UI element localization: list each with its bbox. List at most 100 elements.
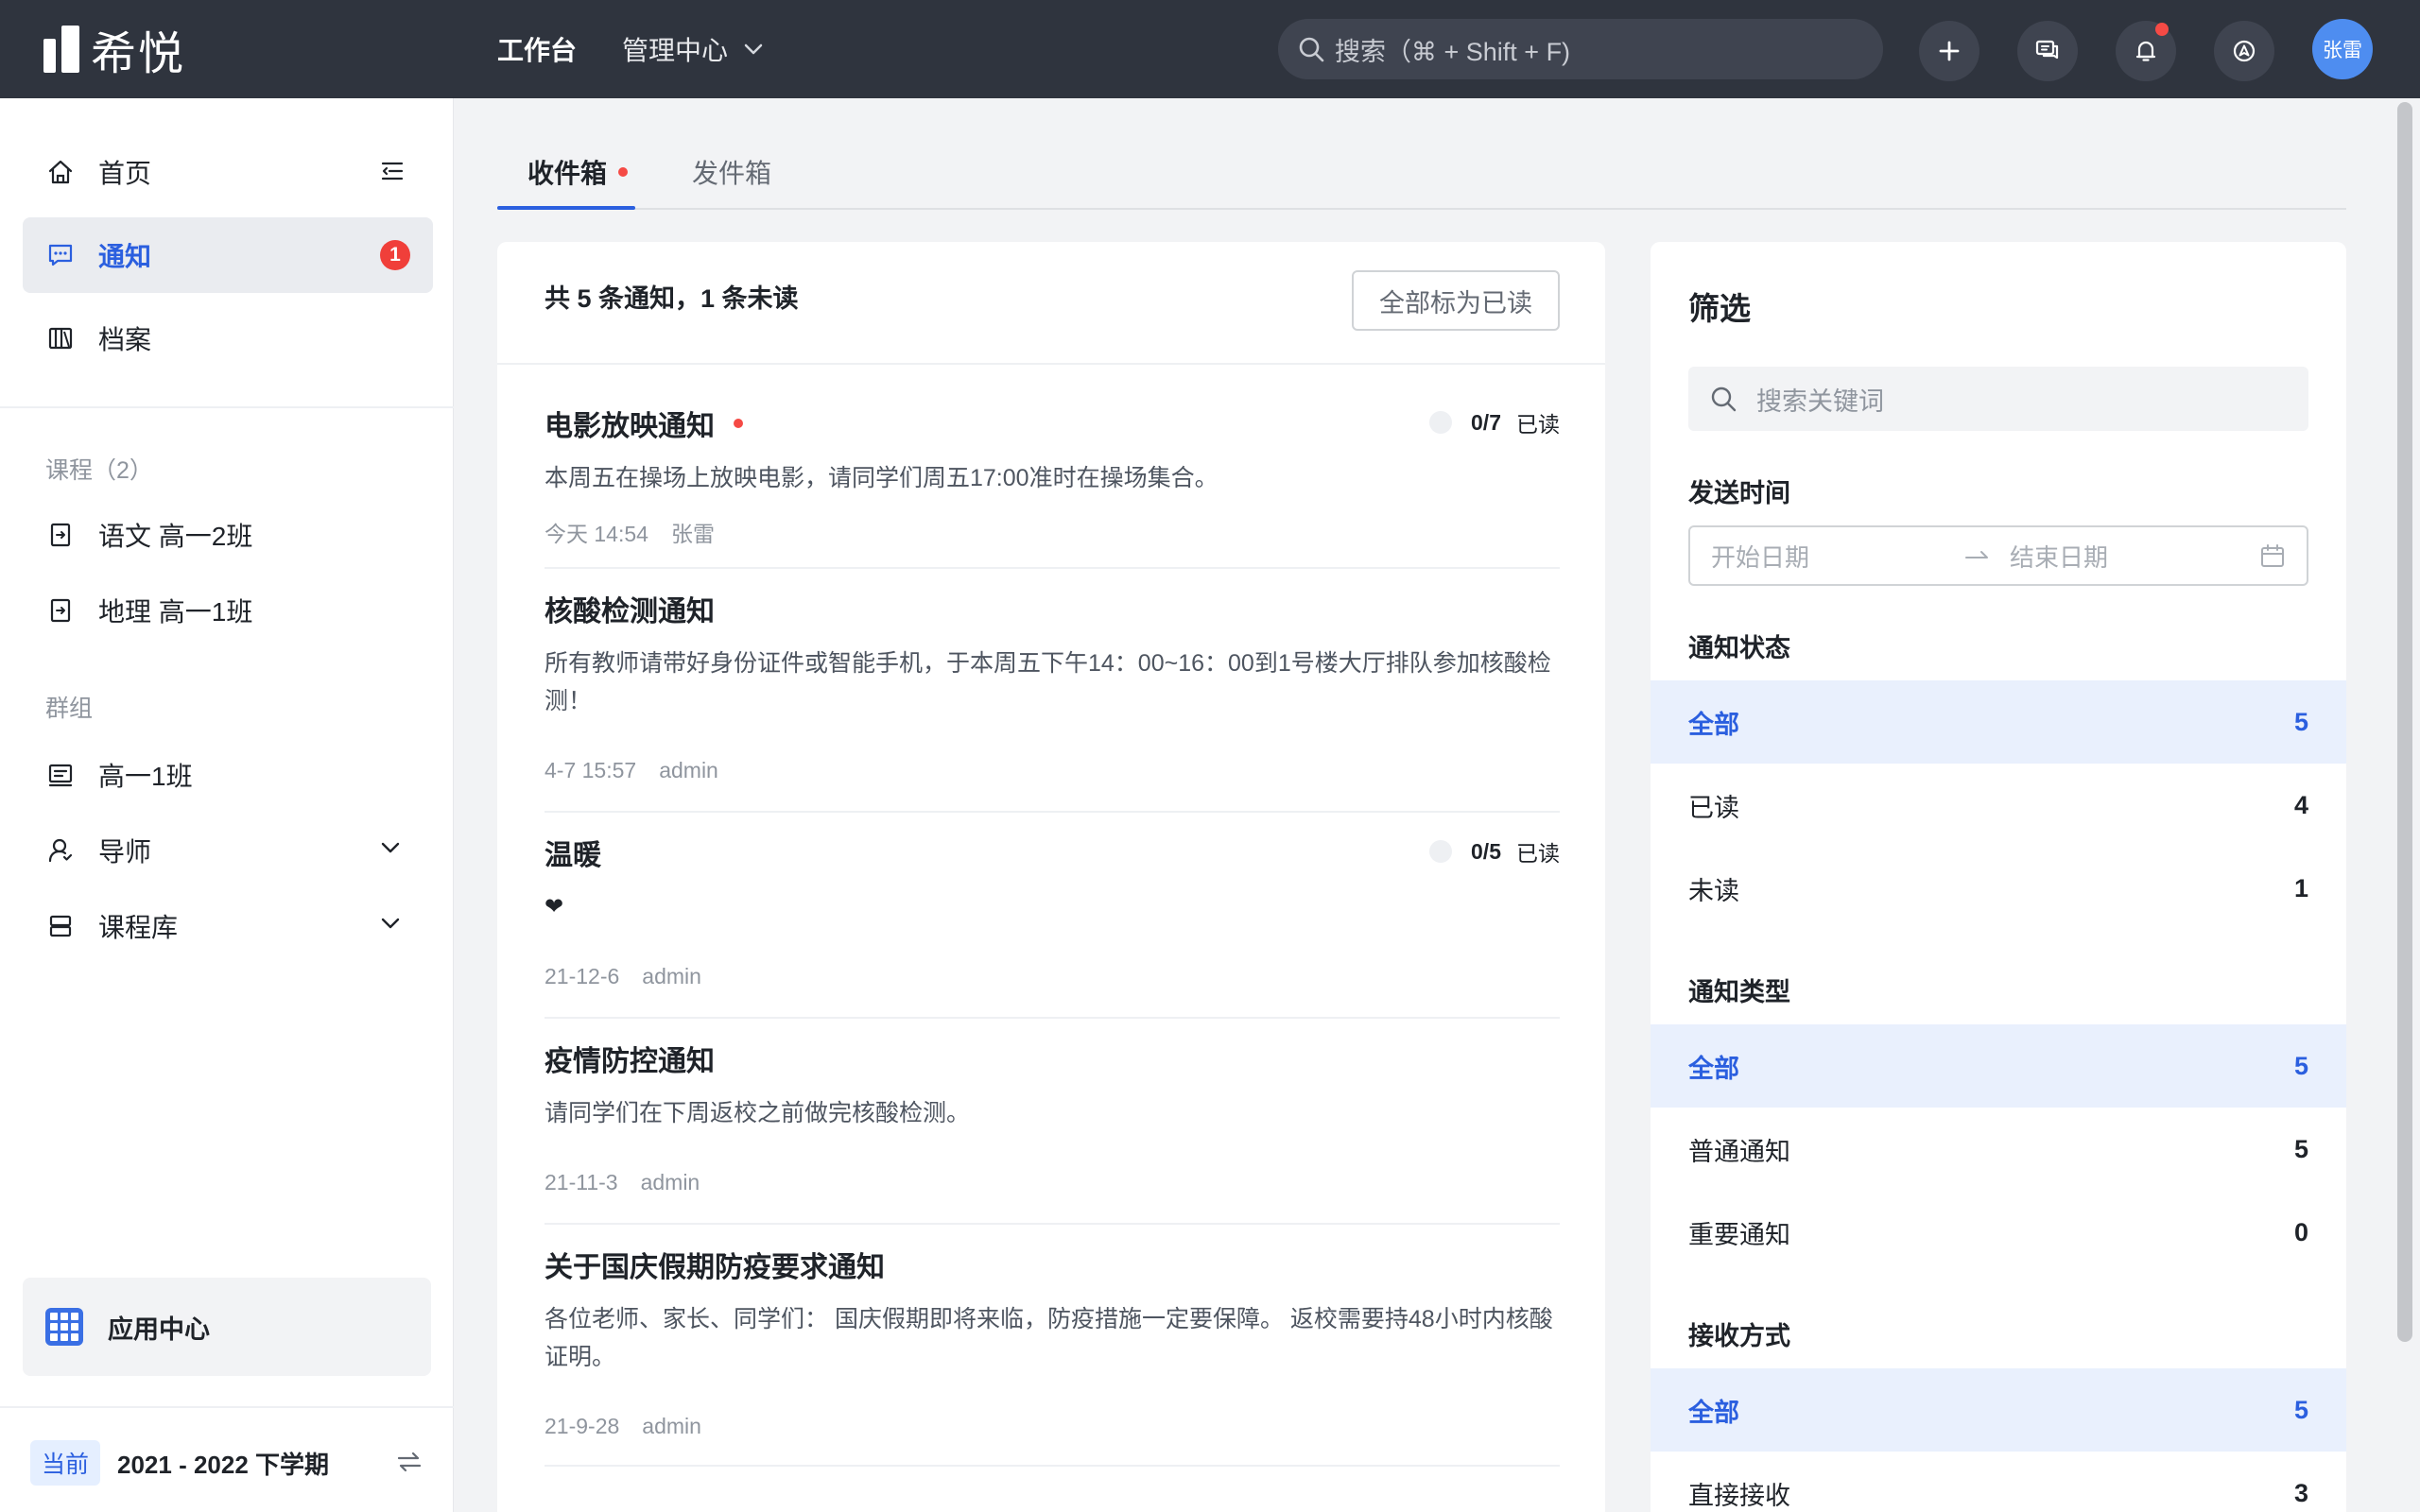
sidebar-item-home[interactable]: 首页 (23, 134, 433, 210)
chevron-down-icon[interactable] (380, 917, 401, 930)
user-icon (45, 835, 76, 866)
notice-title: 疫情防控通知 (544, 1038, 715, 1079)
filter-recv-all[interactable]: 全部 5 (1651, 1368, 2346, 1452)
notice-meta: 今天 14:54 张雷 (544, 516, 715, 548)
group-section-title: 群组 (45, 696, 94, 722)
notice-title: 温暖 (544, 832, 601, 873)
notice-author: admin (640, 1170, 700, 1194)
bell-icon (2133, 38, 2159, 64)
unread-dot (734, 419, 743, 428)
notice-time: 21-12-6 (544, 964, 620, 988)
filter-option-label: 未读 (1688, 876, 1739, 905)
filter-option-count: 4 (2293, 790, 2308, 819)
sidebar-item-notice[interactable]: 通知 1 (23, 217, 433, 293)
keyword-search-input[interactable]: 搜索关键词 (1688, 367, 2308, 431)
sidebar-item-group[interactable]: 高一1班 (23, 737, 433, 813)
read-count: 0/7 (1471, 409, 1501, 435)
notice-title-text: 核酸检测通知 (544, 596, 715, 627)
notice-title: 核酸检测通知 (544, 588, 715, 629)
filter-type-important[interactable]: 重要通知 0 (1651, 1191, 2346, 1274)
nav-admin-center[interactable]: 管理中心 (622, 28, 764, 70)
notice-item[interactable]: 疫情防控通知 请同学们在下周返校之前做完核酸检测。 21-11-3 admin (544, 1019, 1560, 1225)
tab-inbox[interactable]: 收件箱 (527, 153, 629, 191)
archive-icon (45, 323, 76, 353)
notice-author: admin (659, 758, 718, 782)
app-switch-button[interactable] (2214, 21, 2274, 81)
app-logo[interactable]: 希悦 (43, 21, 185, 79)
create-button[interactable] (1919, 21, 1979, 81)
filter-option-count: 5 (2293, 707, 2308, 736)
filter-option-label: 重要通知 (1688, 1220, 1790, 1249)
logo-mark-icon (43, 26, 79, 73)
nav-workbench[interactable]: 工作台 (497, 28, 577, 70)
filter-status-unread[interactable]: 未读 1 (1651, 847, 2346, 930)
notice-title-text: 疫情防控通知 (544, 1046, 715, 1077)
notice-item[interactable]: 温暖 0/5 已读 ❤ 21-12-6 admin (544, 813, 1560, 1019)
filter-status-read[interactable]: 已读 4 (1651, 764, 2346, 847)
read-label: 已读 (1516, 412, 1560, 437)
tab-label: 收件箱 (527, 159, 608, 188)
filter-status-all[interactable]: 全部 5 (1651, 680, 2346, 764)
app-grid-icon (45, 1308, 83, 1346)
filter-title: 筛选 (1688, 291, 1751, 326)
user-avatar[interactable]: 张雷 (2312, 19, 2373, 79)
notice-time: 4-7 15:57 (544, 758, 637, 782)
nav-admin-label: 管理中心 (622, 36, 729, 65)
switch-term-icon[interactable] (395, 1448, 424, 1476)
global-search-placeholder: 搜索（⌘ + Shift + F) (1335, 37, 1571, 66)
notice-item[interactable]: 核酸检测通知 所有教师请带好身份证件或智能手机，于本周五下午14：00~16：0… (544, 569, 1560, 813)
filter-type-normal[interactable]: 普通通知 5 (1651, 1108, 2346, 1191)
course-book-icon (45, 520, 76, 550)
notifications-button[interactable] (2116, 21, 2176, 81)
notice-list-panel: 共 5 条通知，1 条未读 全部标为已读 电影放映通知 0/7 已读 本周五在操… (497, 242, 1605, 1512)
notice-item[interactable]: 关于国庆假期防疫要求通知 各位老师、家长、同学们： 国庆假期即将来临，防疫措施一… (544, 1225, 1560, 1467)
current-term-tag: 当前 (30, 1440, 101, 1486)
sidebar-divider (0, 1406, 454, 1408)
sidebar-item-label: 导师 (98, 837, 152, 867)
global-search-input[interactable]: 搜索（⌘ + Shift + F) (1278, 19, 1883, 79)
date-range-picker[interactable]: 开始日期 结束日期 (1688, 525, 2308, 586)
progress-ring-icon (1429, 411, 1453, 434)
notice-status-label: 通知状态 (1688, 634, 1790, 662)
sidebar-item-mentor[interactable]: 导师 (23, 813, 433, 888)
sidebar-item-label: 高一1班 (98, 762, 193, 791)
notice-title-text: 温暖 (544, 840, 601, 871)
filter-option-count: 5 (2293, 1395, 2308, 1424)
sidebar-item-course-library[interactable]: 课程库 (23, 888, 433, 964)
tab-label: 发件箱 (692, 159, 772, 188)
notice-meta: 4-7 15:57 admin (544, 758, 718, 783)
start-date-placeholder: 开始日期 (1711, 542, 1810, 572)
search-icon (1297, 35, 1325, 63)
filter-type-all[interactable]: 全部 5 (1651, 1024, 2346, 1108)
chat-icon (2034, 38, 2061, 64)
notice-item[interactable]: 电影放映通知 0/7 已读 本周五在操场上放映电影，请同学们周五17:00准时在… (544, 384, 1560, 569)
filter-panel: 筛选 搜索关键词 发送时间 开始日期 结束日期 通知状态 全部 5 已读 4 未… (1651, 242, 2346, 1512)
sidebar-item-course[interactable]: 语文 高一2班 (23, 497, 433, 573)
filter-option-label: 全部 (1688, 1054, 1739, 1083)
term-name: 2021 - 2022 下学期 (117, 1450, 330, 1479)
scrollbar-thumb[interactable] (2397, 102, 2412, 1342)
filter-recv-direct[interactable]: 直接接收 3 (1651, 1452, 2346, 1512)
notice-time: 21-11-3 (544, 1170, 618, 1194)
notice-meta: 21-11-3 admin (544, 1170, 700, 1195)
tab-outbox[interactable]: 发件箱 (692, 153, 771, 191)
mark-all-read-button[interactable]: 全部标为已读 (1352, 270, 1560, 331)
sidebar-item-course[interactable]: 地理 高一1班 (23, 573, 433, 648)
read-status: 0/7 已读 (1429, 406, 1560, 438)
notice-title-text: 关于国庆假期防疫要求通知 (544, 1252, 885, 1283)
plus-icon (1939, 41, 1960, 61)
filter-option-label: 已读 (1688, 793, 1739, 822)
read-count: 0/5 (1471, 838, 1501, 864)
filter-option-label: 普通通知 (1688, 1137, 1790, 1166)
collapse-sidebar-icon[interactable] (378, 157, 406, 185)
message-icon (45, 240, 76, 270)
mailbox-tabs: 收件箱 发件箱 (497, 98, 2346, 210)
messages-button[interactable] (2017, 21, 2078, 81)
send-time-label: 发送时间 (1688, 479, 1790, 507)
app-center-button[interactable]: 应用中心 (23, 1278, 431, 1376)
chevron-down-icon[interactable] (380, 841, 401, 854)
page-scrollbar[interactable] (2395, 102, 2414, 1512)
sidebar-item-archive[interactable]: 档案 (23, 301, 433, 376)
filter-option-count: 3 (2293, 1478, 2308, 1507)
filter-option-count: 5 (2293, 1134, 2308, 1163)
